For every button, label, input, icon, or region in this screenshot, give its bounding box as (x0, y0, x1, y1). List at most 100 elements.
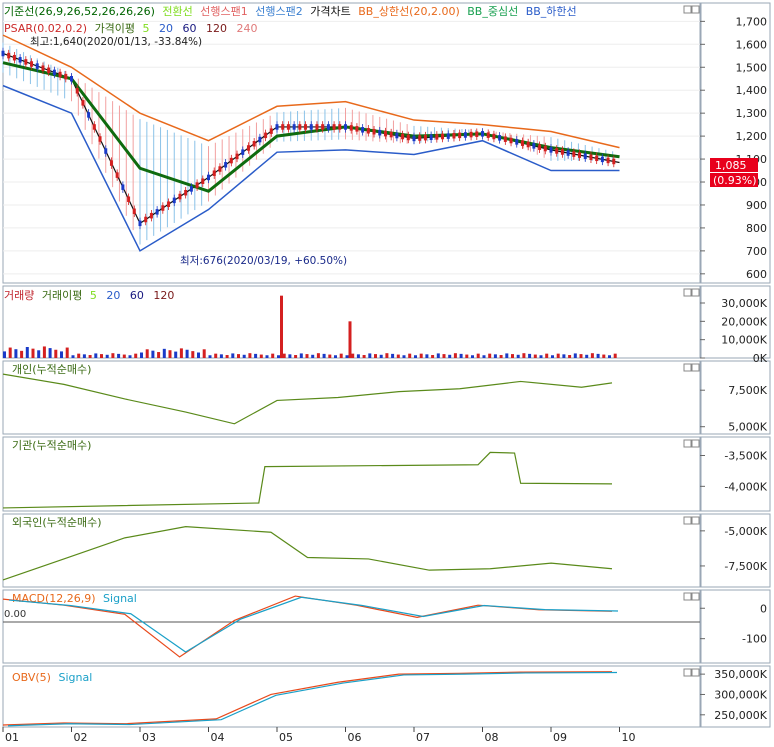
price-close-icon (691, 5, 700, 14)
foreign-maximize-icon (683, 516, 692, 525)
candle-body (452, 132, 456, 139)
legend-volume-ma: 거래이평 (42, 289, 82, 302)
candle-body (423, 134, 427, 141)
candle-body (58, 71, 62, 78)
volume-bar (419, 353, 423, 358)
obv-signal-label: Signal (58, 671, 92, 684)
institution-maximize-icon (683, 439, 692, 448)
volume-bar (54, 349, 58, 358)
candle-body (52, 69, 56, 76)
candle-body (246, 145, 250, 151)
candle-body (24, 59, 28, 65)
volume-bar (493, 354, 497, 358)
candle-body (401, 133, 405, 140)
volume-bar (505, 353, 509, 358)
current-change: (0.93%) (713, 174, 757, 187)
candle-body (75, 88, 79, 94)
candle-body (418, 135, 422, 141)
legend-ma5: 5 (143, 22, 150, 35)
volume-bar (613, 353, 617, 358)
candle-body (167, 201, 171, 207)
volume-bar (294, 355, 298, 358)
candle-body (286, 124, 290, 130)
candle-body (292, 124, 296, 130)
candle-body (326, 124, 330, 130)
individual-maximize-icon (683, 363, 692, 372)
volume-bar (339, 353, 343, 358)
y-tick-label: 20,000K (721, 315, 767, 328)
volume-bar (122, 354, 126, 358)
volume-bar (77, 353, 81, 358)
volume-bar (334, 355, 337, 358)
institution-close-icon (691, 439, 700, 448)
volume-bar (82, 354, 86, 358)
volume-bar (288, 354, 292, 358)
volume-bar (596, 353, 600, 358)
candle-body (344, 124, 347, 130)
min-price-note: 최저:676(2020/03/19, +60.50%) (180, 255, 347, 267)
volume-bar (14, 349, 18, 358)
y-tick-label: -4,000K (724, 480, 767, 493)
candle-body (87, 112, 91, 118)
candle-body (92, 124, 96, 130)
x-tick-label: 01 (5, 731, 19, 744)
legend-ma240: 240 (237, 22, 258, 35)
volume-bar (579, 354, 583, 358)
macd-maximize-icon (683, 592, 692, 601)
y-tick-label: -3,500K (724, 450, 767, 463)
candle-body (18, 57, 22, 63)
volume-bar (442, 354, 446, 358)
volume-bar (465, 354, 469, 358)
legend-ma120: 120 (206, 22, 227, 35)
candle-body (383, 130, 387, 137)
svg-text:PSAR(0.02,0.2) 가격이평: PSAR(0.02,0.2) 가격이평 5 20 60 120 240 (4, 22, 258, 35)
volume-bar (322, 353, 326, 358)
x-tick-label: 10 (622, 731, 636, 744)
volume-bar (202, 349, 206, 358)
volume-bar (265, 355, 269, 358)
svg-text:기준선(26,9,26,52,26,26,26): 기준선(26,9,26,52,26,26,26) 전환선 선행스팬1 선행스팬2… (4, 4, 577, 18)
candle-body (201, 178, 205, 185)
candle-body (406, 134, 410, 141)
volume-bar (219, 354, 223, 358)
x-tick-label: 02 (74, 731, 88, 744)
legend-bb-mid: BB_중심선 (467, 5, 518, 18)
stock-chart[interactable]: 1,7001,6001,5001,4001,3001,2001,1001,000… (0, 0, 774, 747)
individual-close-icon (691, 363, 700, 372)
candle-body (486, 132, 490, 138)
volume-bar (8, 347, 12, 358)
legend-volume: 거래량 (4, 289, 34, 302)
legend-vma60: 60 (130, 289, 144, 302)
volume-bar (179, 348, 183, 358)
candle-body (212, 170, 216, 176)
volume-bar (585, 354, 589, 358)
candle-body (149, 212, 153, 219)
volume-bar (134, 353, 138, 358)
volume-bar (197, 352, 200, 358)
candle-body (355, 126, 359, 132)
foreign-title: 외국인(누적순매수) (12, 516, 102, 529)
candle-body (207, 174, 210, 181)
y-tick-label: 900 (746, 199, 767, 212)
candle-body (321, 124, 325, 130)
foreign-close-icon (691, 516, 700, 525)
y-tick-label: 30,000K (721, 297, 767, 310)
volume-bar (117, 353, 121, 358)
legend-span1: 선행스팬1 (200, 5, 247, 18)
institution-title: 기관(누적순매수) (12, 439, 91, 452)
volume-bar (516, 354, 520, 358)
candle-body (218, 166, 222, 172)
y-tick-label: 600 (746, 268, 767, 281)
candle-body (155, 209, 159, 215)
candle-body (492, 133, 496, 140)
volume-bar (488, 353, 492, 358)
volume-bar (368, 353, 372, 358)
candle-body (555, 148, 559, 154)
volume-bar (100, 354, 103, 358)
legend-price: 가격차트 (310, 5, 350, 18)
candle-body (503, 136, 507, 142)
y-tick-label: 1,300 (736, 107, 768, 120)
candle-body (538, 144, 542, 150)
volume-bar (214, 353, 218, 358)
volume-bar (282, 353, 286, 358)
